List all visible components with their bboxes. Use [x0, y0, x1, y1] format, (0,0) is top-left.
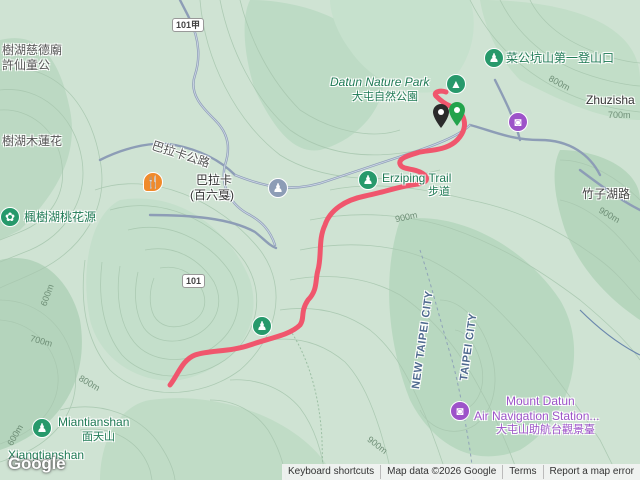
hiker-icon[interactable]: ♟ [358, 170, 378, 190]
tree-icon[interactable]: ▲ [446, 74, 466, 94]
mount-datun-zh-label[interactable]: 大屯山助航台觀景臺 [496, 424, 595, 437]
map-footer: Keyboard shortcuts Map data ©2026 Google… [281, 464, 640, 480]
black-pin-icon[interactable] [433, 104, 449, 128]
contour-label-700-b: 700m [608, 110, 631, 120]
temple-label-line2[interactable]: 許仙童公 [2, 58, 50, 73]
highway-101a-shield: 101甲 [172, 18, 205, 32]
hiker-icon[interactable]: ♟ [268, 178, 288, 198]
hiker-icon[interactable]: ♟ [32, 418, 52, 438]
hiker-icon[interactable]: ♟ [252, 316, 272, 336]
hiker-icon[interactable]: ♟ [484, 48, 504, 68]
caigong-trail-label[interactable]: 菜公坑山第一登山口 [506, 51, 614, 66]
mount-datun-label-line1[interactable]: Mount Datun [506, 394, 575, 409]
green-pin-icon[interactable] [449, 102, 465, 126]
balaka-name-label[interactable]: 巴拉卡 [196, 173, 232, 188]
zhuzi-lake-road-label: 竹子湖路 [582, 187, 631, 201]
datun-park-zh-label[interactable]: 大屯自然公園 [352, 91, 418, 104]
lotus-label[interactable]: 樹湖木蓮花 [2, 134, 62, 149]
keyboard-shortcuts-link[interactable]: Keyboard shortcuts [282, 465, 380, 479]
peach-label[interactable]: 楓樹湖桃花源 [24, 210, 96, 225]
temple-label-line1[interactable]: 樹湖慈德廟 [2, 43, 62, 58]
erziping-en-label[interactable]: Erziping Trail [382, 171, 451, 186]
flower-icon[interactable]: ✿ [0, 207, 20, 227]
mount-datun-label-line2[interactable]: Air Navigation Station... [474, 409, 599, 424]
camera-icon[interactable]: ◙ [508, 112, 528, 132]
miantianshan-zh-label[interactable]: 面天山 [82, 431, 115, 444]
google-logo: Google [8, 454, 66, 473]
highway-101-shield: 101 [182, 274, 206, 288]
report-error-link[interactable]: Report a map error [542, 465, 640, 479]
zhuzisha-label[interactable]: Zhuzisha [586, 93, 635, 108]
terms-link[interactable]: Terms [502, 465, 542, 479]
camera-icon[interactable]: ◙ [450, 401, 470, 421]
erziping-zh-label[interactable]: 步道 [428, 186, 450, 199]
miantianshan-en-label[interactable]: Miantianshan [58, 415, 129, 430]
balaka-sub-label[interactable]: (百六戛) [190, 188, 234, 203]
fork-knife-icon[interactable]: 🍴 [143, 172, 163, 192]
map-data-attribution: Map data ©2026 Google [380, 465, 502, 479]
map-canvas[interactable]: 101甲 101 樹湖慈德廟 許仙童公 樹湖木蓮花 ✿ 楓樹湖桃花源 巴拉卡公路… [0, 0, 640, 480]
datun-park-en-label[interactable]: Datun Nature Park [330, 75, 429, 90]
